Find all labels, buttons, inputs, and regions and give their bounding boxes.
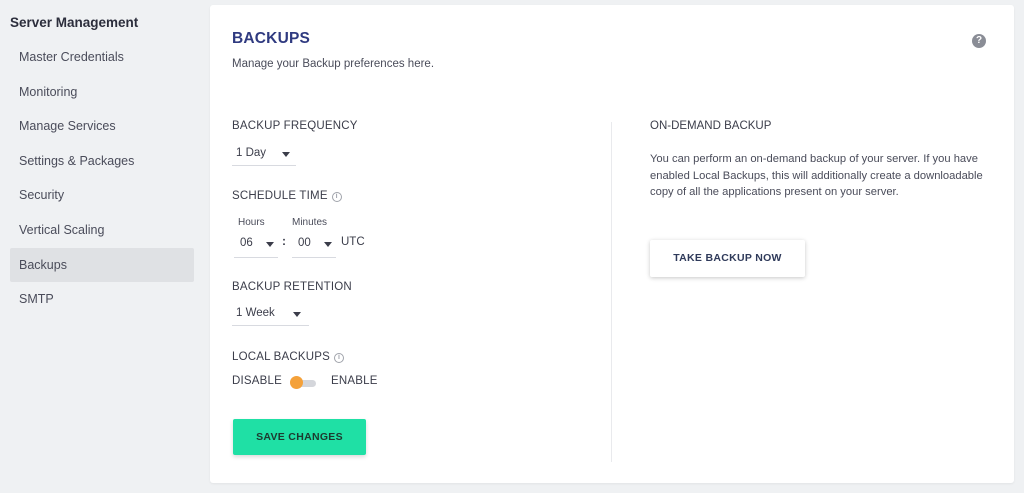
save-changes-button[interactable]: SAVE CHANGES [233, 419, 366, 455]
sidebar-item-backups[interactable]: Backups [10, 247, 194, 283]
toggle-disable-label: DISABLE [232, 375, 282, 387]
local-backups-label: LOCAL BACKUPS i [232, 351, 345, 363]
page-title: BACKUPS [232, 30, 311, 47]
backup-frequency-select[interactable]: 1 Day [232, 144, 296, 166]
column-divider [611, 122, 612, 462]
sidebar-item-master-credentials[interactable]: Master Credentials [10, 40, 194, 75]
sidebar-item-monitoring[interactable]: Monitoring [10, 75, 194, 110]
sidebar-item-vertical-scaling[interactable]: Vertical Scaling [10, 213, 194, 248]
backup-retention-label: BACKUP RETENTION [232, 281, 352, 293]
chevron-down-icon [293, 312, 301, 317]
hours-label: Hours [238, 217, 265, 228]
hours-select[interactable]: 06 [234, 234, 278, 258]
take-backup-now-button[interactable]: TAKE BACKUP NOW [650, 240, 805, 277]
backup-retention-select[interactable]: 1 Week [232, 304, 309, 326]
chevron-down-icon [266, 242, 274, 247]
sidebar-item-settings-packages[interactable]: Settings & Packages [10, 144, 194, 179]
toggle-enable-label: ENABLE [331, 375, 378, 387]
local-backups-label-text: LOCAL BACKUPS [232, 351, 331, 363]
backup-frequency-label: BACKUP FREQUENCY [232, 120, 358, 132]
page-subtitle: Manage your Backup preferences here. [232, 58, 435, 70]
sidebar-title: Server Management [10, 15, 139, 30]
schedule-time-label-text: SCHEDULE TIME [232, 190, 328, 202]
hours-value: 06 [240, 237, 253, 249]
on-demand-title: ON-DEMAND BACKUP [650, 120, 772, 132]
sidebar-item-security[interactable]: Security [10, 178, 194, 213]
backup-retention-value: 1 Week [236, 307, 275, 319]
info-icon[interactable]: i [331, 192, 342, 202]
info-icon[interactable]: i [334, 353, 345, 363]
schedule-time-label: SCHEDULE TIME i [232, 190, 342, 202]
sidebar-item-smtp[interactable]: SMTP [10, 282, 194, 317]
sidebar-nav: Master Credentials Monitoring Manage Ser… [10, 40, 194, 317]
question-circle-icon[interactable]: ? [972, 34, 986, 48]
backups-card: BACKUPS Manage your Backup preferences h… [210, 5, 1014, 483]
sidebar: Server Management Master Credentials Mon… [0, 0, 200, 493]
chevron-down-icon [324, 242, 332, 247]
on-demand-description: You can perform an on-demand backup of y… [650, 153, 983, 198]
toggle-knob[interactable] [290, 376, 303, 389]
timezone-label: UTC [341, 236, 365, 248]
minutes-value: 00 [298, 237, 311, 249]
chevron-down-icon [282, 152, 290, 157]
minutes-select[interactable]: 00 [292, 234, 336, 258]
time-separator: : [282, 234, 286, 248]
sidebar-item-manage-services[interactable]: Manage Services [10, 109, 194, 144]
minutes-label: Minutes [292, 217, 328, 228]
backup-frequency-value: 1 Day [236, 147, 267, 159]
